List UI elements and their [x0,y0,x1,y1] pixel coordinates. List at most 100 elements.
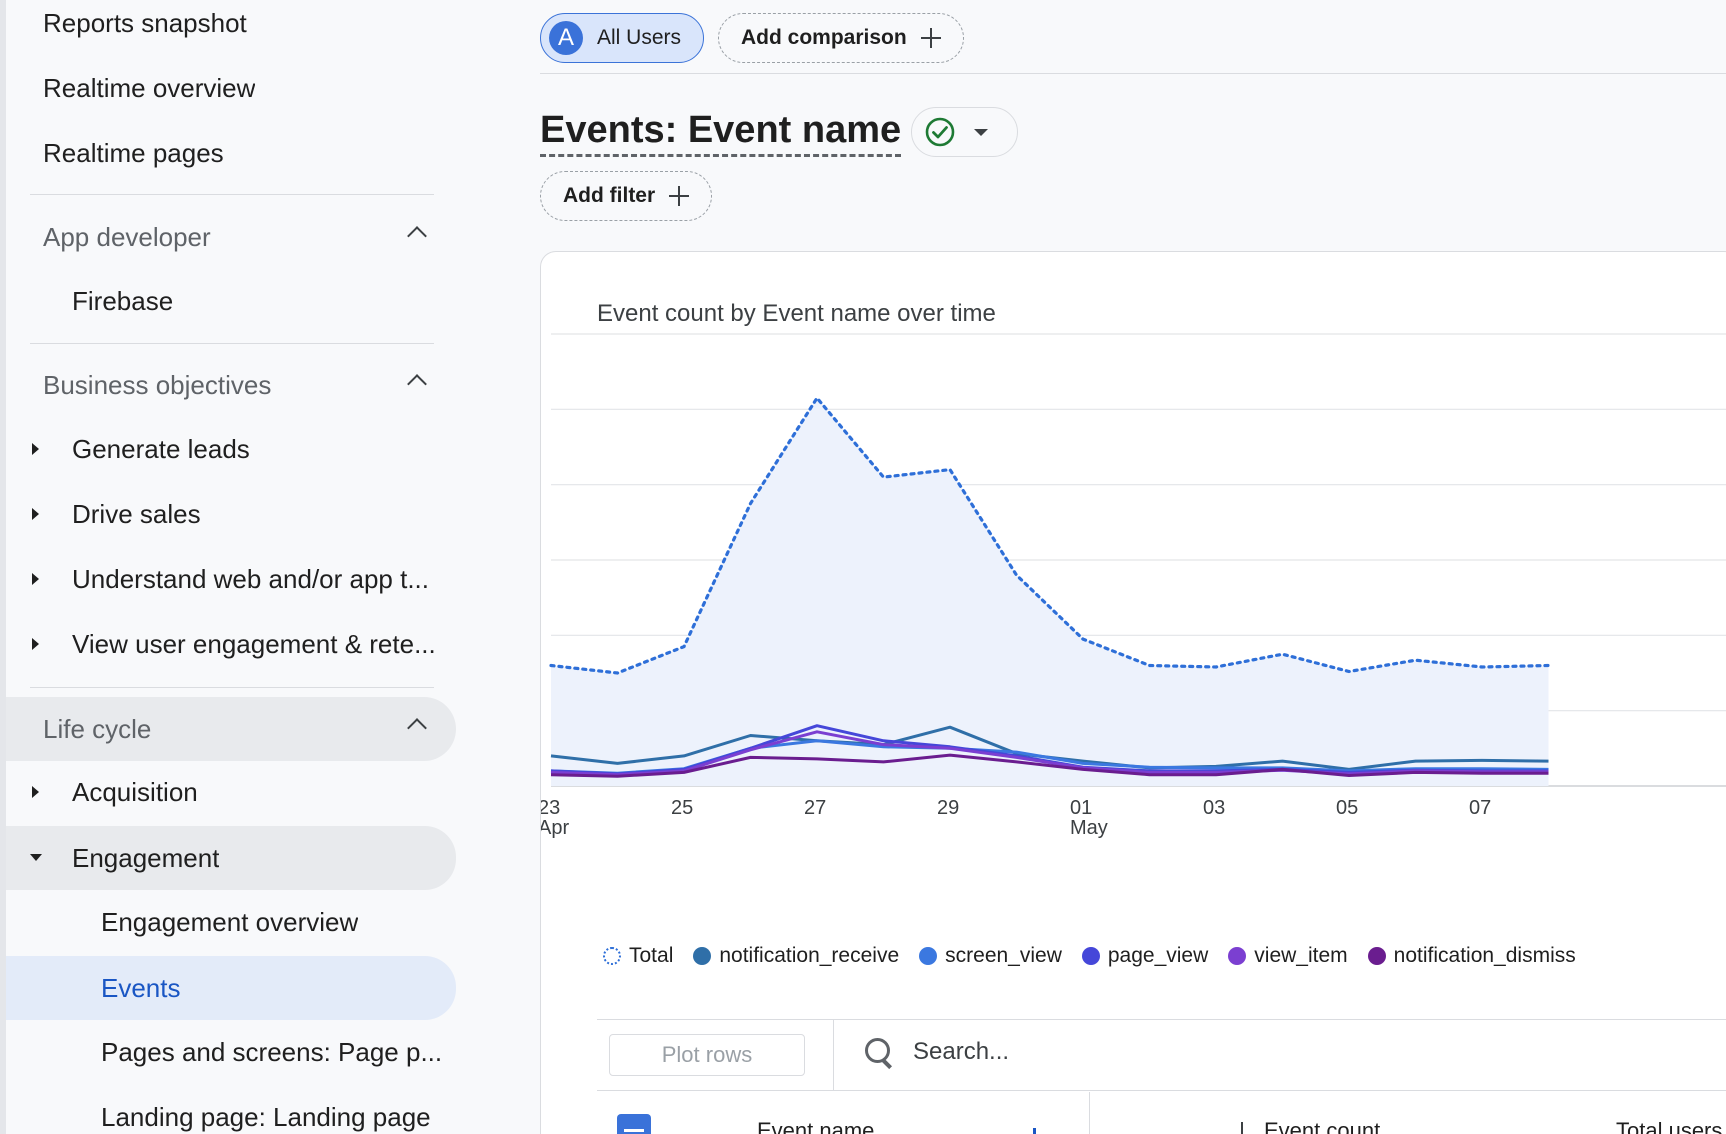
legend-swatch [1367,947,1386,965]
plus-icon [920,28,941,48]
sidebar-item-label: Firebase [72,285,174,316]
toolbar-separator [833,1020,834,1090]
add-filter-button[interactable]: Add filter [540,171,713,221]
search-input[interactable] [913,1038,1313,1066]
sidebar-divider [30,194,434,195]
x-tick-label: 05 [1336,797,1358,819]
sidebar-item-engagement-overview[interactable]: Engagement overview [6,891,456,953]
plus-icon [669,186,690,206]
sidebar-item-drive-sales[interactable]: Drive sales [6,483,456,545]
legend-swatch [693,947,712,965]
sidebar-item-landing-page[interactable]: Landing page: Landing page [6,1086,456,1134]
add-comparison-label: Add comparison [741,26,907,49]
sidebar-divider [30,343,434,344]
sidebar-item-events[interactable]: Events [6,956,456,1020]
sort-descending-icon[interactable] [1241,1122,1243,1134]
caret-right-icon [32,443,39,455]
sidebar-item-label: Events [101,972,181,1003]
add-dimension-plus-icon[interactable] [1023,1128,1045,1134]
sidebar-item-acquisition[interactable]: Acquisition [6,761,456,823]
chevron-up-icon [407,718,427,738]
legend-label: notification_receive [719,944,900,967]
x-tick-label: 29 [937,797,959,819]
sidebar-item-user-engagement[interactable]: View user engagement & rete... [6,613,456,675]
segment-label: All Users [597,26,682,49]
caret-down-icon [30,854,42,861]
x-tick-sublabel: May [1070,817,1108,839]
sidebar-item-label: Landing page: Landing page [101,1101,431,1132]
segment-chip-all-users[interactable]: A All Users [540,13,705,63]
section-label: Life cycle [43,713,152,744]
legend-swatch [1081,947,1100,965]
sidebar-item-label: Realtime pages [43,137,224,168]
sidebar-item-realtime-pages[interactable]: Realtime pages [6,122,456,184]
segment-avatar: A [549,21,583,55]
column-header-event-count[interactable]: Event count [1264,1118,1380,1134]
x-tick-label: 25 [671,797,693,819]
chevron-up-icon [407,374,427,394]
comparison-bar: A All Users Add comparison [540,13,964,65]
select-all-checkbox[interactable] [617,1114,651,1134]
legend-swatch [919,947,938,965]
legend-item-page-view[interactable]: page_view [1081,944,1209,968]
search-icon[interactable] [863,1036,895,1068]
x-tick-label: 23 [541,797,560,819]
sidebar-item-pages-and-screens[interactable]: Pages and screens: Page p... [6,1021,456,1083]
sidebar-item-reports-snapshot[interactable]: Reports snapshot [6,0,456,54]
table-search [863,1036,1313,1068]
sidebar-item-label: Acquisition [72,776,198,807]
table-divider [597,1090,1726,1091]
sidebar-item-label: View user engagement & rete... [72,628,436,659]
sidebar-item-label: Realtime overview [43,72,256,103]
legend-label: page_view [1107,944,1209,967]
line-chart: 23Apr 25 27 29 01May 03 05 07 [541,333,1726,839]
chevron-down-icon [974,128,989,136]
section-app-developer[interactable]: App developer [6,205,456,269]
chevron-up-icon [407,226,427,246]
legend-item-notification-receive[interactable]: notification_receive [693,944,899,968]
column-header-total-users[interactable]: Total users [1616,1118,1722,1134]
column-header-event-name[interactable]: Event name [757,1118,874,1134]
data-quality-status-button[interactable] [911,107,1019,157]
sidebar-item-label: Engagement overview [101,906,359,937]
sidebar-item-realtime-overview[interactable]: Realtime overview [6,57,456,119]
legend-label: notification_dismiss [1393,944,1576,967]
sidebar: Reports snapshot Realtime overview Realt… [0,0,460,1134]
add-filter-label: Add filter [563,184,656,207]
legend-item-view-item[interactable]: view_item [1228,944,1348,968]
x-tick-sublabel: Apr [541,817,569,839]
title-row: Events: Event name [540,104,1019,160]
table-divider [597,1019,1726,1020]
x-tick-label: 07 [1469,797,1491,819]
legend-swatch [603,947,621,965]
add-comparison-button[interactable]: Add comparison [718,13,964,63]
chart-legend: Total notification_receive screen_view p… [603,944,1576,968]
legend-label: view_item [1254,944,1348,967]
sidebar-item-firebase[interactable]: Firebase [6,270,456,332]
section-label: Business objectives [43,369,272,400]
main-content: A All Users Add comparison Events: Event… [540,0,1726,1134]
plot-rows-button[interactable]: Plot rows [609,1034,805,1076]
column-separator [1089,1092,1090,1134]
legend-label: screen_view [945,944,1062,967]
caret-right-icon [32,508,39,520]
legend-item-total[interactable]: Total [603,944,673,968]
section-label: App developer [43,221,211,252]
sidebar-item-label: Engagement [72,842,220,873]
section-business-objectives[interactable]: Business objectives [6,353,456,417]
sidebar-item-generate-leads[interactable]: Generate leads [6,418,456,480]
caret-right-icon [32,786,39,798]
sidebar-item-label: Understand web and/or app t... [72,563,430,594]
legend-item-screen-view[interactable]: screen_view [919,944,1062,968]
page-title[interactable]: Events: Event name [540,108,902,157]
sidebar-item-understand-traffic[interactable]: Understand web and/or app t... [6,548,456,610]
caret-right-icon [32,638,39,650]
sidebar-item-label: Pages and screens: Page p... [101,1036,443,1067]
x-tick-label: 03 [1203,797,1225,819]
section-life-cycle[interactable]: Life cycle [6,697,456,761]
sidebar-item-label: Reports snapshot [43,7,247,38]
legend-item-notification-dismiss[interactable]: notification_dismiss [1367,944,1576,968]
header-divider [540,73,1726,74]
sidebar-item-engagement[interactable]: Engagement [6,826,456,890]
chart-card: Event count by Event name over time 23 Ap… [540,251,1726,1134]
